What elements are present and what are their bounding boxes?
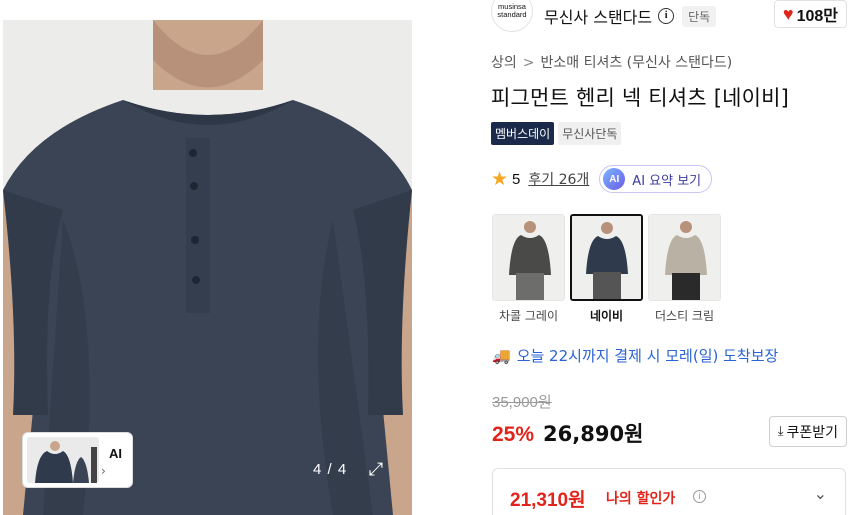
color-swatch-image [648, 214, 721, 301]
delivery-guarantee: 🚚 오늘 22시까지 결제 시 모레(일) 도착보장 [492, 345, 778, 366]
color-name: 차콜 그레이 [498, 309, 558, 323]
product-tags: 멤버스데이 무신사단독 [491, 122, 625, 145]
price-row: 25% 26,890원 [492, 418, 643, 448]
breadcrumb: 상의 > 반소매 티셔츠 (무신사 스탠다드) [491, 52, 732, 72]
ai-summary-label: AI 요약 보기 [632, 173, 702, 189]
tag-membersday: 멤버스데이 [491, 122, 555, 145]
color-name: 더스티 크림 [654, 309, 714, 323]
chevron-right-icon: › [101, 463, 106, 478]
discount-rate: 25% [492, 423, 535, 446]
breadcrumb-category[interactable]: 상의 [491, 55, 517, 71]
coupon-label: 쿠폰받기 [786, 424, 838, 441]
my-price-amount: 21,310원 [510, 490, 586, 511]
delivery-text: 오늘 22시까지 결제 시 모레(일) 도착보장 [516, 347, 779, 365]
chevron-down-icon: ⌄ [813, 484, 827, 503]
color-option-navy[interactable]: 네이비 [570, 214, 643, 324]
color-option-charcoal[interactable]: 차콜 그레이 [492, 214, 565, 324]
product-gallery: AI › 4 / 4 ⤢ [0, 0, 470, 515]
reviews-link[interactable]: 후기 26개 [528, 169, 589, 189]
product-title: 피그먼트 헨리 넥 티셔츠 [네이비] [491, 86, 790, 110]
ai-summary-button[interactable]: AI AI 요약 보기 [599, 165, 713, 193]
color-options: 차콜 그레이 네이비 더스티 크림 [492, 214, 726, 324]
like-count: 108만 [796, 8, 838, 25]
color-name: 네이비 [589, 309, 624, 323]
coupon-button[interactable]: ⤓ 쿠폰받기 [768, 416, 847, 447]
exclusive-badge: 단독 [682, 5, 717, 27]
brand-logo[interactable]: musinsa standard [491, 0, 533, 32]
rating-score: 5 [512, 170, 521, 188]
rating-row: ★ 5 후기 26개 AI AI 요약 보기 [491, 165, 713, 193]
product-info: musinsa standard 무신사 스탠다드 i 단독 ♥ 108만 상의… [491, 0, 850, 515]
ai-thumbnail-strip[interactable]: AI › [22, 432, 133, 488]
color-swatch-image [492, 214, 565, 301]
brand-logo-line2: standard [497, 10, 527, 19]
original-price: 35,900원 [492, 394, 552, 411]
info-icon[interactable]: i [658, 8, 675, 24]
color-option-dusty-cream[interactable]: 더스티 크림 [648, 214, 721, 324]
brand-name[interactable]: 무신사 스탠다드 [544, 4, 652, 28]
my-price-panel[interactable]: 21,310원 나의 할인가 i ⌄ [492, 468, 846, 515]
brand-row: musinsa standard 무신사 스탠다드 i 단독 ♥ 108만 [491, 0, 850, 32]
color-swatch-image [570, 214, 643, 301]
image-counter: 4 / 4 [313, 461, 348, 478]
heart-icon: ♥ [782, 3, 794, 24]
download-icon: ⤓ [777, 424, 784, 439]
ai-label: AI [109, 445, 122, 461]
tag-exclusive: 무신사단독 [558, 122, 622, 145]
star-icon: ★ [491, 168, 509, 190]
expand-icon[interactable]: ⤢ [362, 456, 390, 484]
ai-icon: AI [603, 168, 626, 190]
breadcrumb-subcategory[interactable]: 반소매 티셔츠 (무신사 스탠다드) [541, 55, 733, 71]
truck-icon: 🚚 [492, 346, 511, 365]
help-icon[interactable]: i [693, 490, 706, 503]
thumbnail-image [27, 437, 99, 483]
my-price-label: 나의 할인가 [606, 491, 676, 507]
like-button[interactable]: ♥ 108만 [773, 0, 847, 28]
sale-price: 26,890원 [543, 422, 644, 446]
breadcrumb-separator: > [522, 55, 535, 71]
